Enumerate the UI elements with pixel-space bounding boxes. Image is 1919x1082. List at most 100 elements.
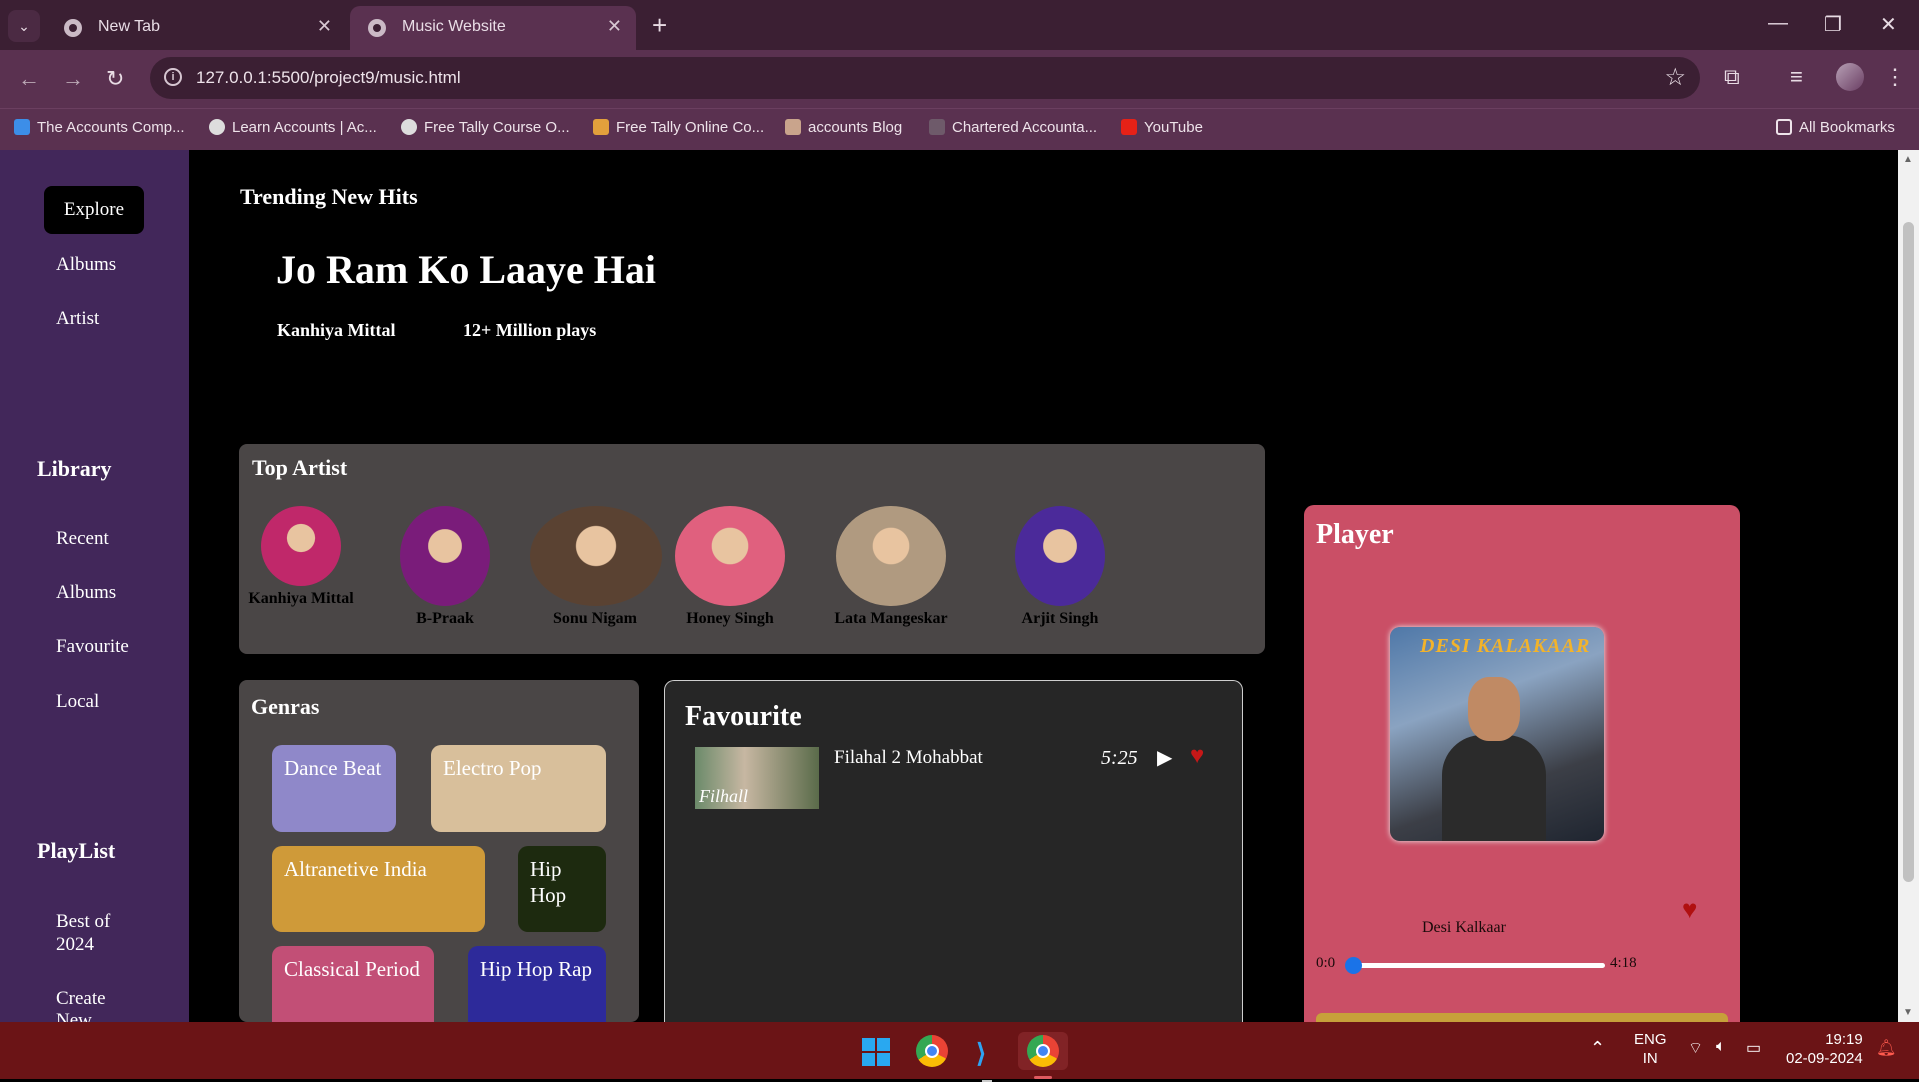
vscode-icon[interactable]: ⟩ xyxy=(968,1032,1008,1082)
tab-search-button[interactable]: ⌄ xyxy=(8,10,40,42)
top-artist-panel: Top Artist Kanhiya Mittal B-Praak Sonu N… xyxy=(239,444,1265,654)
artist-photo xyxy=(675,506,785,606)
back-icon[interactable]: ← xyxy=(18,66,40,92)
scrollbar-thumb[interactable] xyxy=(1903,222,1914,882)
globe-icon xyxy=(401,119,417,135)
battery-icon[interactable]: ▭ xyxy=(1746,1038,1761,1058)
artist-card[interactable]: Lata Mangeskar xyxy=(816,506,966,628)
tab-title: New Tab xyxy=(98,18,160,35)
nav-artist[interactable]: Artist xyxy=(56,308,99,330)
player-panel: Player DESI KALAKAAR ♥ Desi Kalkaar 0:0 … xyxy=(1304,505,1740,1025)
sidebar: Explore Albums Artist Library Recent Alb… xyxy=(0,150,189,1022)
artist-card[interactable]: Kanhiya Mittal xyxy=(236,506,366,608)
notification-bell-icon[interactable]: 🔔︎ xyxy=(1876,1038,1896,1058)
genre-altranetive-india[interactable]: Altranetive India xyxy=(272,846,485,932)
library-recent[interactable]: Recent xyxy=(56,528,109,550)
language-code: ENG xyxy=(1634,1031,1667,1048)
nav-explore[interactable]: Explore xyxy=(44,186,144,234)
library-local[interactable]: Local xyxy=(56,691,99,713)
library-favourite[interactable]: Favourite xyxy=(56,636,129,658)
nav-albums[interactable]: Albums xyxy=(56,254,116,276)
heart-icon[interactable]: ♥ xyxy=(1682,895,1697,925)
page-scrollbar[interactable]: ▲ ▼ xyxy=(1898,150,1919,1022)
hero-song-title: Jo Ram Ko Laaye Hai xyxy=(276,247,656,292)
language-indicator[interactable]: ENG IN xyxy=(1634,1030,1667,1068)
playlist-heading: PlayList xyxy=(37,838,116,863)
album-art-title: DESI KALAKAAR xyxy=(1420,635,1591,657)
windows-start-icon[interactable] xyxy=(856,1032,896,1070)
bookmark-item[interactable]: Chartered Accounta... xyxy=(929,119,1097,136)
scroll-down-icon[interactable]: ▼ xyxy=(1903,1007,1913,1018)
artist-card[interactable]: B-Praak xyxy=(380,506,510,628)
forward-icon[interactable]: → xyxy=(62,66,84,92)
artist-name: Kanhiya Mittal xyxy=(248,590,354,607)
minimize-icon[interactable]: — xyxy=(1768,12,1788,35)
media-control-icon[interactable]: ≡ xyxy=(1790,64,1803,90)
browser-toolbar: ← → ↻ i 127.0.0.1:5500/project9/music.ht… xyxy=(0,50,1919,108)
close-icon[interactable]: ✕ xyxy=(317,16,332,37)
tab-title: Music Website xyxy=(402,18,506,35)
all-bookmarks-button[interactable]: All Bookmarks xyxy=(1776,119,1895,136)
genre-hip-hop[interactable]: Hip Hop xyxy=(518,846,606,932)
artist-name: Arjit Singh xyxy=(1021,610,1099,627)
genre-dance-beat[interactable]: Dance Beat xyxy=(272,745,396,832)
artist-card[interactable]: Sonu Nigam xyxy=(530,506,662,628)
extensions-icon[interactable]: ⧉ xyxy=(1724,64,1740,90)
artist-card[interactable]: Arjit Singh xyxy=(995,506,1125,628)
bookmark-item[interactable]: YouTube xyxy=(1121,119,1203,136)
favourite-song-title[interactable]: Filahal 2 Mohabbat xyxy=(834,747,983,769)
clock-date: 02-09-2024 xyxy=(1786,1050,1863,1067)
bookmark-item[interactable]: The Accounts Comp... xyxy=(14,119,185,136)
heart-icon[interactable]: ♥ xyxy=(1190,743,1204,770)
close-icon[interactable]: ✕ xyxy=(607,16,622,37)
site-info-icon[interactable]: i xyxy=(164,68,182,86)
profile-avatar[interactable] xyxy=(1836,63,1864,91)
bookmark-item[interactable]: accounts Blog xyxy=(785,119,902,136)
bookmark-item[interactable]: Free Tally Online Co... xyxy=(593,119,764,136)
tab-strip: ⌄ New Tab ✕ Music Website ✕ + — ❐ ✕ xyxy=(0,0,1919,50)
restore-icon[interactable]: ❐ xyxy=(1824,12,1842,37)
menu-icon[interactable]: ⋮ xyxy=(1884,64,1906,90)
play-icon[interactable]: ▶ xyxy=(1157,745,1172,770)
chevron-up-icon[interactable]: ⌃ xyxy=(1590,1038,1605,1059)
seek-slider[interactable] xyxy=(1345,957,1605,974)
genres-heading: Genras xyxy=(251,694,320,719)
bookmark-item[interactable]: Learn Accounts | Ac... xyxy=(209,119,377,136)
reload-icon[interactable]: ↻ xyxy=(106,66,124,92)
bookmark-star-icon[interactable]: ☆ xyxy=(1664,63,1686,92)
seek-knob[interactable] xyxy=(1345,957,1362,974)
artist-card[interactable]: Honey Singh xyxy=(665,506,795,628)
artist-name: B-Praak xyxy=(416,610,474,627)
song-thumbnail[interactable]: Filhall xyxy=(695,747,819,809)
thumbnail-text: Filhall xyxy=(699,786,748,806)
genre-classical-period[interactable]: Classical Period xyxy=(272,946,434,1022)
volume-icon[interactable]: 🔈︎ xyxy=(1716,1038,1726,1056)
album-art: DESI KALAKAAR xyxy=(1390,627,1604,841)
new-tab-button[interactable]: + xyxy=(652,10,667,41)
hero-plays: 12+ Million plays xyxy=(463,320,597,340)
artist-name: Lata Mangeskar xyxy=(834,610,948,627)
genre-electro-pop[interactable]: Electro Pop xyxy=(431,745,606,832)
clock[interactable]: 19:19 02-09-2024 xyxy=(1786,1030,1863,1068)
site-icon xyxy=(593,119,609,135)
bookmark-item[interactable]: Free Tally Course O... xyxy=(401,119,570,136)
address-bar[interactable]: i 127.0.0.1:5500/project9/music.html ☆ xyxy=(150,57,1700,99)
playlist-create-new[interactable]: Create New xyxy=(56,988,146,1022)
artist-name: Honey Singh xyxy=(686,610,774,627)
site-icon xyxy=(785,119,801,135)
chrome-icon[interactable] xyxy=(912,1032,952,1070)
tab-new-tab[interactable]: New Tab ✕ xyxy=(46,6,346,50)
genre-hip-hop-rap[interactable]: Hip Hop Rap xyxy=(468,946,606,1022)
artist-photo xyxy=(400,506,490,606)
library-albums[interactable]: Albums xyxy=(56,582,116,604)
window-close-icon[interactable]: ✕ xyxy=(1880,12,1897,37)
chrome-active-icon[interactable] xyxy=(1018,1032,1068,1079)
folder-icon xyxy=(1776,119,1792,135)
wifi-icon[interactable]: ⌔ xyxy=(1688,1038,1703,1058)
globe-icon xyxy=(209,119,225,135)
tab-music-website[interactable]: Music Website ✕ xyxy=(350,6,636,50)
scroll-up-icon[interactable]: ▲ xyxy=(1903,154,1913,165)
playlist-best-of-2024[interactable]: Best of 2024 xyxy=(56,910,146,956)
total-duration: 4:18 xyxy=(1610,955,1637,971)
bookmarks-bar: The Accounts Comp... Learn Accounts | Ac… xyxy=(0,108,1919,150)
